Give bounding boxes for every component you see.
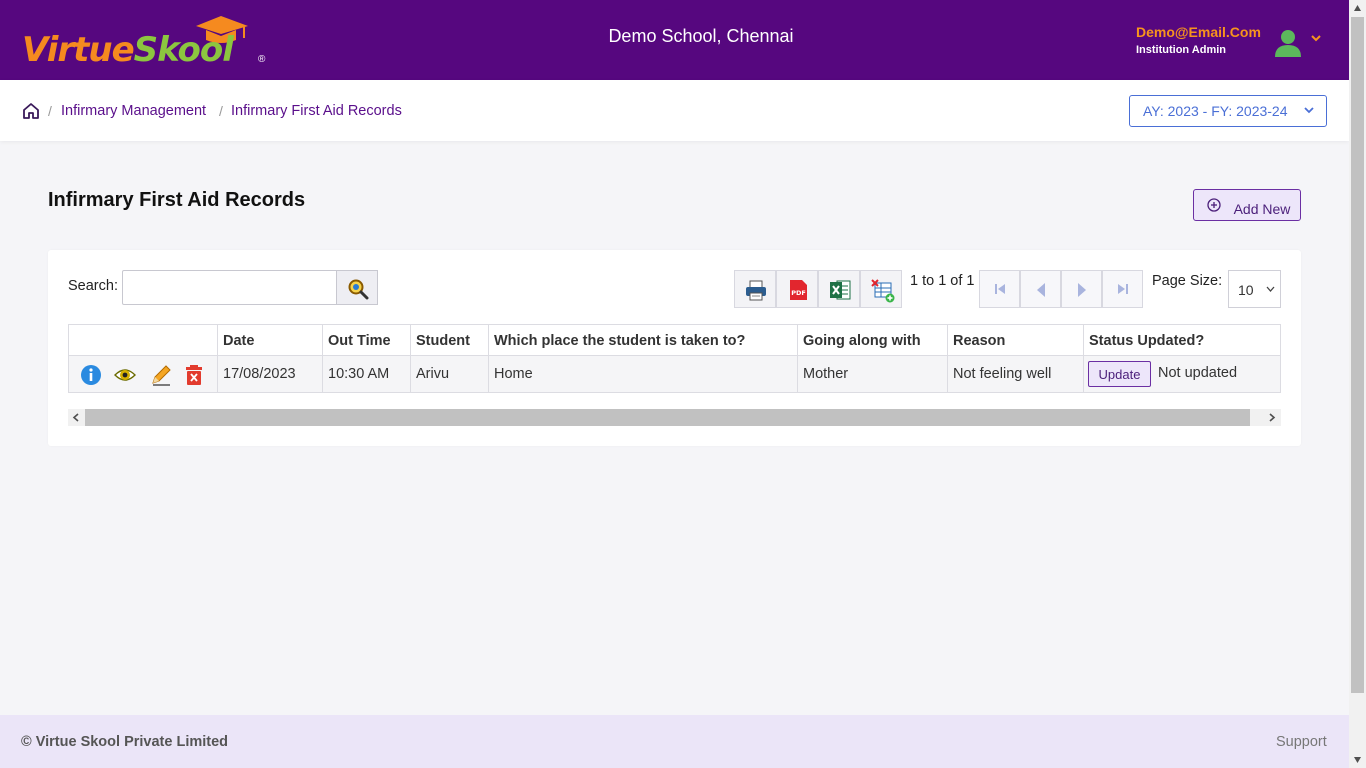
actions-cell	[69, 356, 217, 392]
out-time-cell: 10:30 AM	[322, 356, 410, 392]
school-name: Demo School, Chennai	[608, 26, 794, 46]
print-button[interactable]	[734, 270, 776, 308]
export-excel-add-button[interactable]	[860, 270, 902, 308]
chevron-down-icon	[1304, 107, 1314, 114]
breadcrumb-first-aid-records[interactable]: Infirmary First Aid Records	[231, 103, 402, 119]
page-size-label: Page Size:	[1152, 273, 1223, 289]
vertical-scroll-thumb[interactable]	[1351, 17, 1364, 693]
column-header-going-with[interactable]: Going along with	[797, 325, 947, 356]
first-page-icon	[995, 284, 1005, 294]
previous-page-button[interactable]	[1020, 270, 1061, 308]
view-icon[interactable]	[114, 364, 136, 386]
page-title: Infirmary First Aid Records	[48, 189, 306, 211]
column-header-student[interactable]: Student	[410, 325, 488, 356]
user-email[interactable]: Demo@Email.Com	[1136, 24, 1261, 40]
search-input[interactable]	[122, 270, 337, 305]
table-header: Date Out Time Student Which place the st…	[69, 325, 1280, 356]
prev-page-icon	[1037, 283, 1045, 297]
scroll-right-icon[interactable]	[1268, 413, 1276, 422]
excel-add-icon	[871, 279, 895, 303]
search-label: Search:	[68, 278, 118, 294]
print-icon	[746, 280, 766, 301]
chevron-down-icon[interactable]	[1310, 32, 1322, 44]
column-header-status[interactable]: Status Updated?	[1083, 325, 1280, 356]
search-button[interactable]	[336, 270, 378, 305]
plus-circle-icon	[1207, 198, 1221, 212]
column-header-out-time[interactable]: Out Time	[322, 325, 410, 356]
student-cell: Arivu	[410, 356, 488, 392]
place-cell: Home	[488, 356, 797, 392]
home-icon[interactable]	[22, 102, 40, 120]
pagination-summary: 1 to 1 of 1	[910, 273, 975, 289]
logo-wordmark: VirtueSkool	[22, 30, 234, 70]
logo-registered-mark: ®	[258, 54, 266, 65]
user-avatar-icon[interactable]	[1274, 28, 1302, 58]
column-header-date[interactable]: Date	[217, 325, 322, 356]
column-header-place[interactable]: Which place the student is taken to?	[488, 325, 797, 356]
svg-text:PDF: PDF	[791, 289, 806, 297]
pdf-icon: PDF	[790, 280, 807, 300]
scroll-down-icon[interactable]	[1353, 756, 1362, 764]
virtueskool-logo[interactable]: VirtueSkool ®	[22, 14, 272, 70]
export-excel-button[interactable]	[818, 270, 860, 308]
update-status-button[interactable]: Update	[1088, 361, 1151, 387]
next-page-icon	[1078, 283, 1086, 297]
chevron-down-icon	[1266, 286, 1275, 292]
next-page-button[interactable]	[1061, 270, 1102, 308]
excel-icon	[830, 280, 851, 300]
edit-icon[interactable]	[150, 364, 172, 386]
breadcrumb-separator: /	[219, 103, 223, 119]
scroll-left-icon[interactable]	[72, 413, 80, 422]
export-pdf-button[interactable]: PDF	[776, 270, 818, 308]
scroll-up-icon[interactable]	[1353, 4, 1362, 12]
info-icon[interactable]	[80, 364, 102, 386]
vertical-scrollbar[interactable]	[1349, 0, 1366, 768]
column-header-reason[interactable]: Reason	[947, 325, 1083, 356]
academic-year-select[interactable]: AY: 2023 - FY: 2023-24	[1129, 95, 1327, 127]
going-with-cell: Mother	[797, 356, 947, 392]
breadcrumb-separator: /	[48, 103, 52, 119]
reason-cell: Not feeling well	[947, 356, 1083, 392]
breadcrumb-infirmary-management[interactable]: Infirmary Management	[61, 103, 206, 119]
user-role: Institution Admin	[1136, 44, 1227, 56]
status-text: Not updated	[1158, 365, 1238, 381]
support-link[interactable]: Support	[1276, 734, 1327, 750]
date-cell: 17/08/2023	[217, 356, 322, 392]
column-header-actions	[69, 325, 217, 356]
delete-icon[interactable]	[183, 364, 205, 386]
last-page-icon	[1118, 284, 1128, 294]
search-icon	[348, 279, 369, 300]
first-page-button[interactable]	[979, 270, 1020, 308]
horizontal-scrollbar[interactable]	[68, 409, 1281, 426]
last-page-button[interactable]	[1102, 270, 1143, 308]
horizontal-scroll-thumb[interactable]	[85, 409, 1250, 426]
copyright-text: © Virtue Skool Private Limited	[21, 734, 229, 750]
